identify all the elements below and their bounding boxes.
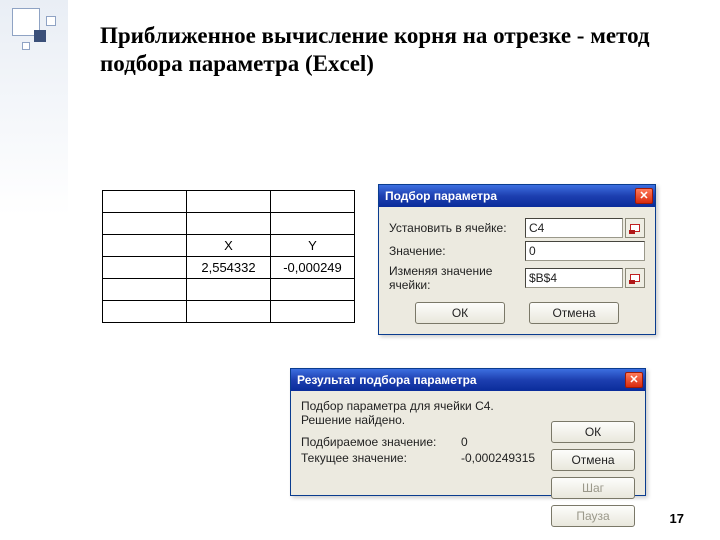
spreadsheet-fragment: X Y 2,554332 -0,000249	[102, 190, 355, 323]
col-header-x: X	[187, 235, 271, 257]
by-changing-label: Изменяя значение ячейки:	[389, 264, 525, 292]
cancel-button[interactable]: Отмена	[529, 302, 619, 324]
ok-button[interactable]: ОК	[415, 302, 505, 324]
dialog-titlebar[interactable]: Подбор параметра ✕	[379, 185, 655, 207]
col-header-y: Y	[271, 235, 355, 257]
slide-left-accent	[0, 0, 68, 540]
dialog-titlebar[interactable]: Результат подбора параметра ✕	[291, 369, 645, 391]
decor-square	[22, 42, 30, 50]
dialog-title-text: Подбор параметра	[385, 189, 497, 203]
set-cell-input[interactable]: C4	[525, 218, 623, 238]
pause-button[interactable]: Пауза	[551, 505, 635, 527]
result-line1: Подбор параметра для ячейки C4.	[301, 399, 635, 413]
goalseek-dialog: Подбор параметра ✕ Установить в ячейке: …	[378, 184, 656, 335]
target-value-label: Подбираемое значение:	[301, 435, 461, 449]
current-value: -0,000249315	[461, 451, 535, 465]
close-button[interactable]: ✕	[635, 188, 653, 204]
page-number: 17	[670, 511, 684, 526]
close-icon: ✕	[639, 191, 648, 202]
ok-button[interactable]: ОК	[551, 421, 635, 443]
cell-y: -0,000249	[271, 257, 355, 279]
current-value-label: Текущее значение:	[301, 451, 461, 465]
close-icon: ✕	[629, 375, 638, 386]
table-row	[103, 191, 355, 213]
table-row: X Y	[103, 235, 355, 257]
cell-x: 2,554332	[187, 257, 271, 279]
set-cell-label: Установить в ячейке:	[389, 221, 525, 235]
goalseek-result-dialog: Результат подбора параметра ✕ Подбор пар…	[290, 368, 646, 496]
slide-title: Приближенное вычисление корня на отрезке…	[100, 22, 684, 77]
table-row	[103, 279, 355, 301]
to-value-input[interactable]: 0	[525, 241, 645, 261]
range-picker-icon	[630, 274, 640, 282]
range-picker-icon	[630, 224, 640, 232]
range-picker-button[interactable]	[625, 218, 645, 238]
target-value: 0	[461, 435, 468, 449]
by-changing-input[interactable]: $B$4	[525, 268, 623, 288]
table-row: 2,554332 -0,000249	[103, 257, 355, 279]
decor-square	[46, 16, 56, 26]
range-picker-button[interactable]	[625, 268, 645, 288]
table-row	[103, 301, 355, 323]
table-row	[103, 213, 355, 235]
dialog-title-text: Результат подбора параметра	[297, 373, 477, 387]
step-button[interactable]: Шаг	[551, 477, 635, 499]
to-value-label: Значение:	[389, 244, 525, 258]
close-button[interactable]: ✕	[625, 372, 643, 388]
decor-square-blue	[34, 30, 46, 42]
cancel-button[interactable]: Отмена	[551, 449, 635, 471]
